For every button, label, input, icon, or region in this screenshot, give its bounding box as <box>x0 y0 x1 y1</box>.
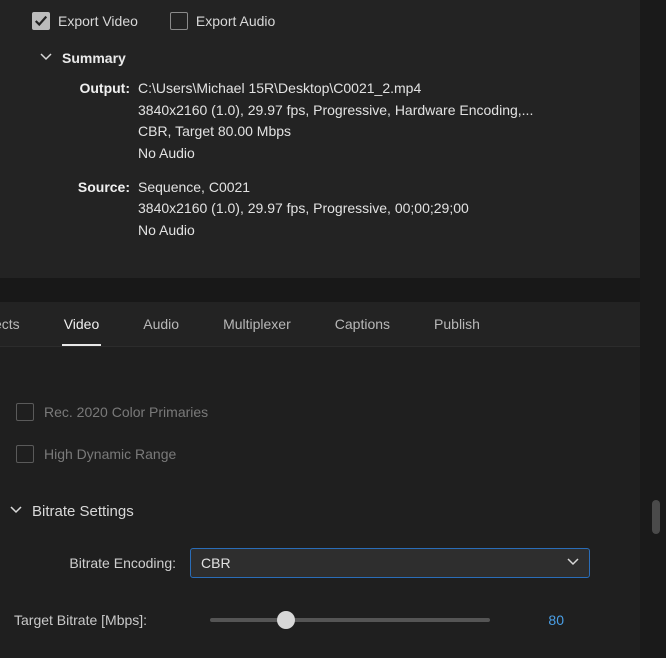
rec2020-label: Rec. 2020 Color Primaries <box>44 404 208 420</box>
rec2020-checkbox[interactable]: Rec. 2020 Color Primaries <box>10 391 626 433</box>
summary-output-row: Output: C:\Users\Michael 15R\Desktop\C00… <box>70 78 646 165</box>
right-edge-panel <box>640 0 666 658</box>
export-video-checkbox[interactable]: Export Video <box>32 12 138 30</box>
checkbox-icon <box>32 12 50 30</box>
bitrate-settings-header[interactable]: Bitrate Settings <box>10 475 626 538</box>
checkbox-icon <box>16 445 34 463</box>
target-bitrate-label: Target Bitrate [Mbps]: <box>10 612 190 628</box>
output-specs: 3840x2160 (1.0), 29.97 fps, Progressive,… <box>138 100 646 122</box>
tab-audio[interactable]: Audio <box>141 316 181 346</box>
source-audio: No Audio <box>138 220 646 242</box>
bitrate-encoding-select[interactable]: CBR <box>190 548 590 578</box>
tab-captions[interactable]: Captions <box>333 316 392 346</box>
summary-title: Summary <box>62 50 126 66</box>
scrollbar-thumb[interactable] <box>652 500 660 534</box>
source-label: Source: <box>70 177 130 242</box>
chevron-down-icon <box>567 555 579 571</box>
target-bitrate-slider[interactable] <box>190 618 500 622</box>
export-audio-label: Export Audio <box>196 13 275 29</box>
source-specs: 3840x2160 (1.0), 29.97 fps, Progressive,… <box>138 198 646 220</box>
source-sequence: Sequence, C0021 <box>138 177 646 199</box>
slider-thumb[interactable] <box>277 611 295 629</box>
hdr-label: High Dynamic Range <box>44 446 176 462</box>
bitrate-encoding-value: CBR <box>201 555 231 571</box>
checkbox-icon <box>16 403 34 421</box>
tab-effects[interactable]: ects <box>0 316 22 346</box>
tab-publish[interactable]: Publish <box>432 316 482 346</box>
hdr-checkbox[interactable]: High Dynamic Range <box>10 433 626 475</box>
target-bitrate-value[interactable]: 80 <box>500 612 570 628</box>
tabs-bar: ects Video Audio Multiplexer Captions Pu… <box>0 302 666 347</box>
bitrate-settings-title: Bitrate Settings <box>32 503 134 520</box>
chevron-down-icon <box>40 50 52 66</box>
tab-video[interactable]: Video <box>62 316 102 346</box>
output-bitrate: CBR, Target 80.00 Mbps <box>138 121 646 143</box>
checkbox-icon <box>170 12 188 30</box>
summary-header[interactable]: Summary <box>0 30 666 74</box>
export-audio-checkbox[interactable]: Export Audio <box>170 12 275 30</box>
chevron-down-icon <box>10 503 22 520</box>
tab-multiplexer[interactable]: Multiplexer <box>221 316 293 346</box>
output-label: Output: <box>70 78 130 165</box>
bitrate-encoding-label: Bitrate Encoding: <box>10 555 190 571</box>
output-path: C:\Users\Michael 15R\Desktop\C0021_2.mp4 <box>138 78 646 100</box>
output-audio: No Audio <box>138 143 646 165</box>
summary-source-row: Source: Sequence, C0021 3840x2160 (1.0),… <box>70 177 646 242</box>
export-video-label: Export Video <box>58 13 138 29</box>
